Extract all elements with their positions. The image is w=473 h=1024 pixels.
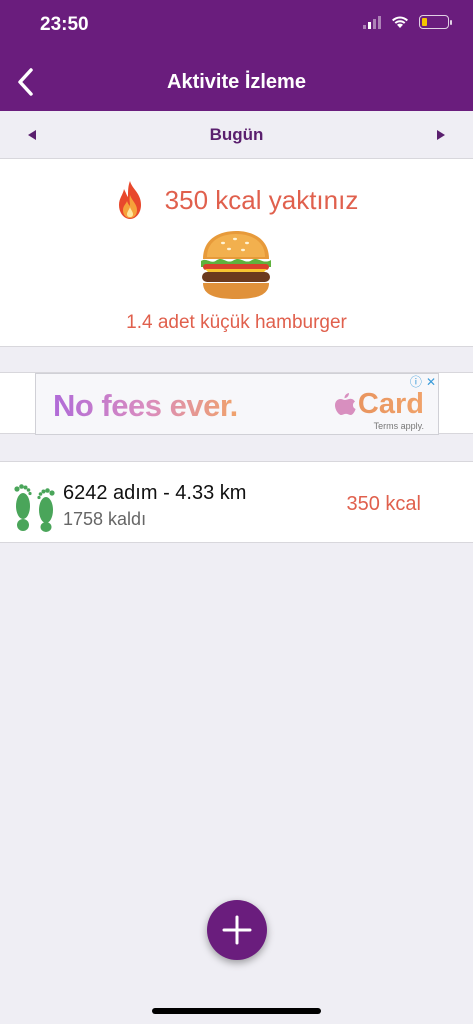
ad-headline: No fees ever.: [53, 388, 238, 423]
steps-remaining: 1758 kaldı: [63, 509, 147, 529]
ad-choices[interactable]: ⓘ ✕: [410, 376, 436, 388]
calorie-summary-card: 350 kcal yaktınız 1.4 adet küçük hamburg…: [0, 159, 473, 347]
signal-icon: [363, 15, 381, 29]
status-icons: [363, 15, 452, 29]
ad-brand-text: Card: [357, 388, 424, 420]
ad-info-icon[interactable]: ⓘ: [410, 376, 422, 388]
fire-icon: [118, 181, 141, 219]
home-indicator[interactable]: [152, 1008, 321, 1014]
date-label: Bugün: [209, 125, 264, 144]
footprints-icon: [14, 484, 55, 532]
battery-icon: [419, 15, 452, 29]
food-equivalent-text: 1.4 adet küçük hamburger: [126, 312, 347, 333]
steps-summary: 6242 adım - 4.33 km: [63, 482, 247, 504]
steps-list-item[interactable]: 6242 adım - 4.33 km 1758 kaldı 350 kcal: [0, 461, 473, 543]
plus-icon: [222, 915, 252, 945]
apple-logo-icon: [334, 392, 356, 415]
ad-banner-container: No fees ever. Card Terms apply. ⓘ ✕: [0, 372, 473, 435]
triangle-right-icon: [437, 130, 445, 140]
status-time: 23:50: [40, 14, 89, 35]
calories-burned-text: 350 kcal yaktınız: [164, 184, 359, 215]
ad-brand: Card: [334, 388, 424, 421]
ad-close-icon[interactable]: ✕: [426, 376, 436, 388]
ad-banner[interactable]: No fees ever. Card Terms apply. ⓘ ✕: [35, 373, 439, 435]
app-header: 23:50 Aktivite İzleme: [0, 0, 473, 111]
next-day-button[interactable]: [431, 125, 451, 145]
hamburger-icon: [201, 231, 271, 299]
page-title: Aktivite İzleme: [167, 71, 306, 93]
ad-terms: Terms apply.: [373, 421, 424, 431]
date-navigator: Bugün: [0, 111, 473, 159]
steps-calories: 350 kcal: [346, 493, 422, 515]
wifi-icon: [392, 16, 408, 28]
add-activity-button[interactable]: [207, 900, 267, 960]
